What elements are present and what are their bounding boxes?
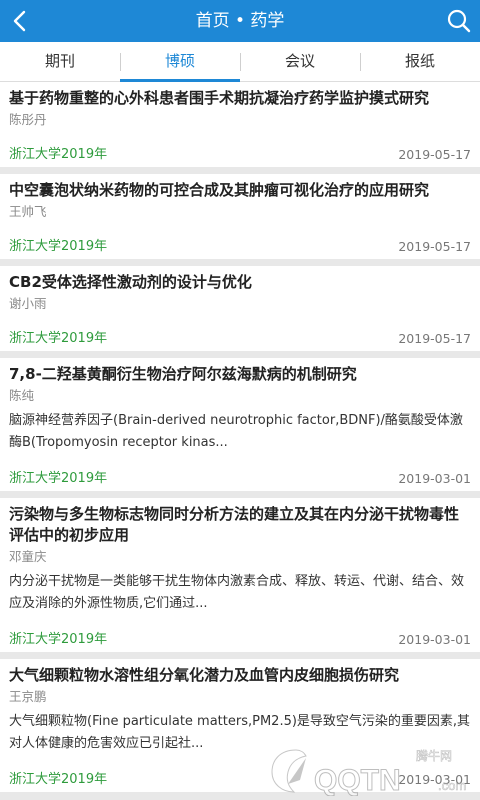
tab-newspaper[interactable]: 报纸	[360, 42, 480, 81]
item-abstract: 大气细颗粒物(Fine particulate matters,PM2.5)是导…	[9, 714, 471, 751]
item-date: 2019-05-17	[398, 239, 471, 254]
item-footer: 浙江大学2019年 2019-03-01	[9, 765, 471, 787]
article-list: 基于药物重整的心外科患者围手术期抗凝治疗药学监护摸式研究 陈彤丹 浙江大学201…	[0, 82, 480, 800]
item-author: 谢小雨	[9, 296, 47, 311]
list-item[interactable]: 基于药物重整的心外科患者围手术期抗凝治疗药学监护摸式研究 陈彤丹 浙江大学201…	[0, 82, 480, 174]
page-title: 首页 • 药学	[195, 11, 285, 31]
list-item[interactable]: CB2受体选择性激动剂的设计与优化 谢小雨 浙江大学2019年 2019-05-…	[0, 266, 480, 358]
item-footer: 浙江大学2019年 2019-03-01	[9, 625, 471, 647]
list-item[interactable]: 7,8-二羟基黄酮衍生物治疗阿尔兹海默病的机制研究 陈纯 脑源神经营养因子(Br…	[0, 358, 480, 498]
item-title: CB2受体选择性激动剂的设计与优化	[9, 273, 252, 291]
search-button[interactable]	[446, 8, 472, 34]
item-date: 2019-03-01	[398, 632, 471, 647]
item-author: 陈彤丹	[9, 112, 47, 127]
item-date: 2019-05-17	[398, 331, 471, 346]
item-title: 污染物与多生物标志物同时分析方法的建立及其在内分泌干扰物毒性评估中的初步应用	[9, 505, 460, 544]
item-title: 中空囊泡状纳米药物的可控合成及其肿瘤可视化治疗的应用研究	[9, 181, 430, 199]
item-title: 大气细颗粒物水溶性组分氧化潜力及血管内皮细胞损伤研究	[9, 666, 400, 684]
tab-conference[interactable]: 会议	[240, 42, 360, 81]
item-author: 王京鹏	[9, 689, 47, 704]
category-tabs: 期刊 博硕 会议 报纸	[0, 42, 480, 82]
item-author: 王帅飞	[9, 204, 47, 219]
item-source: 浙江大学2019年	[9, 772, 108, 787]
item-date: 2019-03-01	[398, 471, 471, 486]
item-title: 7,8-二羟基黄酮衍生物治疗阿尔兹海默病的机制研究	[9, 365, 357, 383]
item-footer: 浙江大学2019年 2019-05-17	[9, 324, 471, 346]
item-author: 陈纯	[9, 388, 35, 403]
top-bar: 首页 • 药学	[0, 0, 480, 42]
item-date: 2019-03-01	[398, 772, 471, 787]
list-item[interactable]: 中空囊泡状纳米药物的可控合成及其肿瘤可视化治疗的应用研究 王帅飞 浙江大学201…	[0, 174, 480, 266]
item-source: 浙江大学2019年	[9, 239, 108, 254]
list-item[interactable]: 大气细颗粒物水溶性组分氧化潜力及血管内皮细胞损伤研究 王京鹏 大气细颗粒物(Fi…	[0, 659, 480, 799]
list-item[interactable]: 污染物与多生物标志物同时分析方法的建立及其在内分泌干扰物毒性评估中的初步应用 邓…	[0, 498, 480, 659]
item-date: 2019-05-17	[398, 147, 471, 162]
item-title: 基于药物重整的心外科患者围手术期抗凝治疗药学监护摸式研究	[9, 89, 430, 107]
item-footer: 浙江大学2019年 2019-05-17	[9, 140, 471, 162]
item-footer: 浙江大学2019年 2019-05-17	[9, 232, 471, 254]
item-footer: 浙江大学2019年 2019-03-01	[9, 464, 471, 486]
tab-thesis[interactable]: 博硕	[120, 42, 240, 82]
search-icon	[447, 9, 471, 33]
item-author: 邓童庆	[9, 549, 47, 564]
item-source: 浙江大学2019年	[9, 471, 108, 486]
tab-journal[interactable]: 期刊	[0, 42, 120, 81]
item-source: 浙江大学2019年	[9, 632, 108, 647]
item-source: 浙江大学2019年	[9, 331, 108, 346]
item-source: 浙江大学2019年	[9, 147, 108, 162]
item-abstract: 脑源神经营养因子(Brain-derived neurotrophic fact…	[9, 413, 463, 450]
item-abstract: 内分泌干扰物是一类能够干扰生物体内激素合成、释放、转运、代谢、结合、效应及消除的…	[9, 574, 465, 611]
